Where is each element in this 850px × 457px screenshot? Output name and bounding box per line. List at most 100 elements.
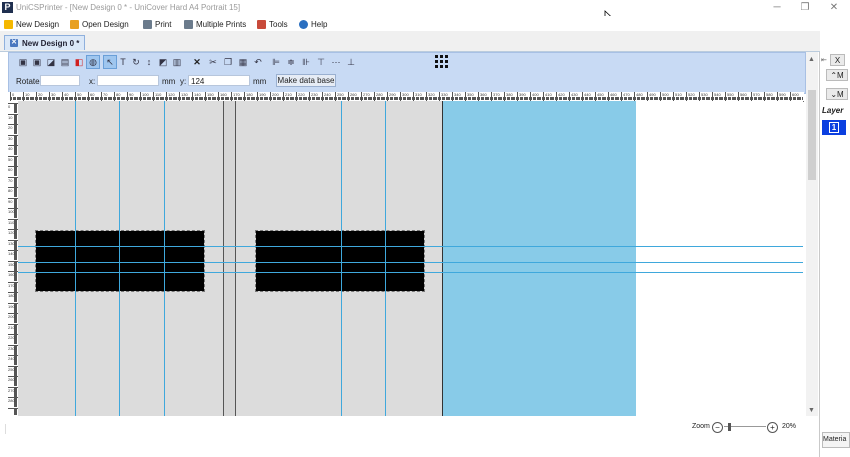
vertical-guide[interactable]: [119, 101, 120, 416]
zoom-out-button[interactable]: −: [712, 422, 723, 433]
copy-icon[interactable]: ❐: [222, 56, 234, 68]
cut-icon[interactable]: ✂: [207, 56, 219, 68]
panel-close-button[interactable]: X: [830, 54, 845, 66]
select-tool-icon[interactable]: ↖: [103, 55, 117, 69]
undo-icon[interactable]: ↶: [252, 56, 264, 68]
ruler-label: 50: [77, 92, 82, 97]
close-window-button[interactable]: ✕: [822, 1, 846, 14]
ruler-label: 80: [8, 188, 13, 193]
ruler-label: 570: [753, 92, 760, 97]
import-icon[interactable]: ◪: [45, 56, 57, 68]
ruler-label: 230: [311, 92, 318, 97]
design-canvas[interactable]: [18, 101, 803, 416]
image-tool-icon[interactable]: ◩: [157, 56, 169, 68]
ruler-label: 170: [233, 92, 240, 97]
panel-up-button[interactable]: ⌃M: [826, 69, 848, 81]
minimize-button[interactable]: ─: [765, 1, 789, 14]
panel-down-label: M: [837, 90, 844, 99]
delete-icon[interactable]: ✕: [191, 56, 203, 68]
maximize-button[interactable]: ❐: [793, 1, 817, 14]
zoom-in-button[interactable]: +: [767, 422, 778, 433]
panel-down-button[interactable]: ⌄M: [826, 88, 848, 100]
horizontal-guide[interactable]: [18, 272, 803, 273]
ruler-label: 200: [8, 314, 15, 319]
ruler-label: 330: [441, 92, 448, 97]
menu-tools[interactable]: Tools: [257, 18, 288, 30]
app-logo-icon: P: [2, 2, 13, 13]
grid-dot: [445, 60, 448, 63]
ruler-label: 140: [194, 92, 201, 97]
horizontal-guide[interactable]: [18, 246, 803, 247]
properties-icon[interactable]: ▤: [59, 56, 71, 68]
menu-print[interactable]: Print: [143, 18, 171, 30]
materials-tab[interactable]: Materia: [822, 432, 850, 448]
ruler-label: 220: [298, 92, 305, 97]
ruler-label: 490: [649, 92, 656, 97]
ruler-label: 50: [8, 156, 13, 162]
window-title: UniCSPrinter - [New Design 0 * - UniCove…: [16, 3, 241, 12]
ruler-label: 250: [8, 366, 15, 372]
shape-icon[interactable]: ◍: [86, 55, 100, 69]
grid-tool-icon[interactable]: [435, 55, 450, 70]
help-icon: [299, 19, 308, 29]
layer-1-item[interactable]: 1: [822, 120, 846, 135]
align-left-icon[interactable]: ⊫: [270, 56, 282, 68]
tab-new-design-0[interactable]: ✕ New Design 0 *: [4, 35, 86, 50]
ruler-label: 120: [8, 230, 15, 235]
align-top-icon[interactable]: ⊤: [315, 56, 327, 68]
close-tab-icon[interactable]: ✕: [10, 39, 18, 47]
ruler-label: 70: [8, 177, 13, 183]
rotate-tool-icon[interactable]: ↻: [130, 56, 142, 68]
grid-dot: [440, 60, 443, 63]
black-rectangle-left[interactable]: [35, 230, 205, 292]
black-rectangle-right[interactable]: [255, 230, 425, 292]
rotate-label: Rotate:: [16, 77, 42, 86]
blue-background-panel[interactable]: [443, 101, 636, 416]
make-data-base-button[interactable]: Make data base: [276, 74, 336, 87]
grid-dot: [445, 55, 448, 58]
scroll-down-icon[interactable]: ▼: [808, 407, 815, 414]
ruler-label: 500: [662, 92, 669, 97]
rotate-input[interactable]: [40, 75, 80, 86]
scrollbar-thumb[interactable]: [808, 90, 816, 180]
new-design-icon: [4, 19, 13, 29]
ruler-label: 70: [103, 92, 108, 97]
save-as-icon[interactable]: ▣: [31, 56, 43, 68]
vertical-guide[interactable]: [341, 101, 342, 416]
menu-help-label: Help: [311, 19, 328, 29]
menu-multiple-prints[interactable]: Multiple Prints: [184, 18, 246, 30]
align-bottom-icon[interactable]: ⊥: [345, 56, 357, 68]
color-icon[interactable]: ◧: [73, 56, 85, 68]
text-tool-icon[interactable]: T: [117, 56, 129, 68]
ruler-label: 480: [636, 92, 643, 97]
panel-pin-icon[interactable]: ⇤: [821, 56, 827, 64]
barcode-tool-icon[interactable]: ▥: [171, 56, 183, 68]
paste-icon[interactable]: ▦: [237, 56, 249, 68]
y-input[interactable]: 124: [188, 75, 250, 86]
ruler-label: 10: [8, 114, 13, 120]
x-input[interactable]: [97, 75, 159, 86]
zoom-slider-thumb[interactable]: [728, 423, 731, 431]
tab-label: New Design 0 *: [22, 38, 80, 48]
vertical-guide[interactable]: [75, 101, 76, 416]
horizontal-guide[interactable]: [18, 262, 803, 263]
scroll-up-icon[interactable]: ▲: [808, 56, 815, 63]
ruler-label: 270: [363, 92, 370, 97]
vertical-guide[interactable]: [385, 101, 386, 416]
menu-help[interactable]: Help: [299, 18, 327, 30]
layer-number: 1: [828, 122, 840, 133]
ruler-label: 260: [350, 92, 357, 97]
vertical-guide[interactable]: [164, 101, 165, 416]
distribute-icon[interactable]: ⋯: [330, 56, 342, 68]
align-right-icon[interactable]: ⊪: [300, 56, 312, 68]
ruler-label: 470: [623, 92, 630, 97]
menu-open-design[interactable]: Open Design: [70, 18, 129, 30]
ruler-label: 510: [675, 92, 682, 97]
ruler-label: 440: [584, 92, 591, 97]
align-center-icon[interactable]: ≑: [285, 56, 297, 68]
line-tool-icon[interactable]: ↕: [143, 56, 155, 68]
save-icon[interactable]: ▣: [17, 56, 29, 68]
ruler-label: 410: [545, 92, 552, 97]
menu-new-design[interactable]: New Design: [4, 18, 59, 30]
zoom-label: Zoom: [692, 423, 710, 430]
